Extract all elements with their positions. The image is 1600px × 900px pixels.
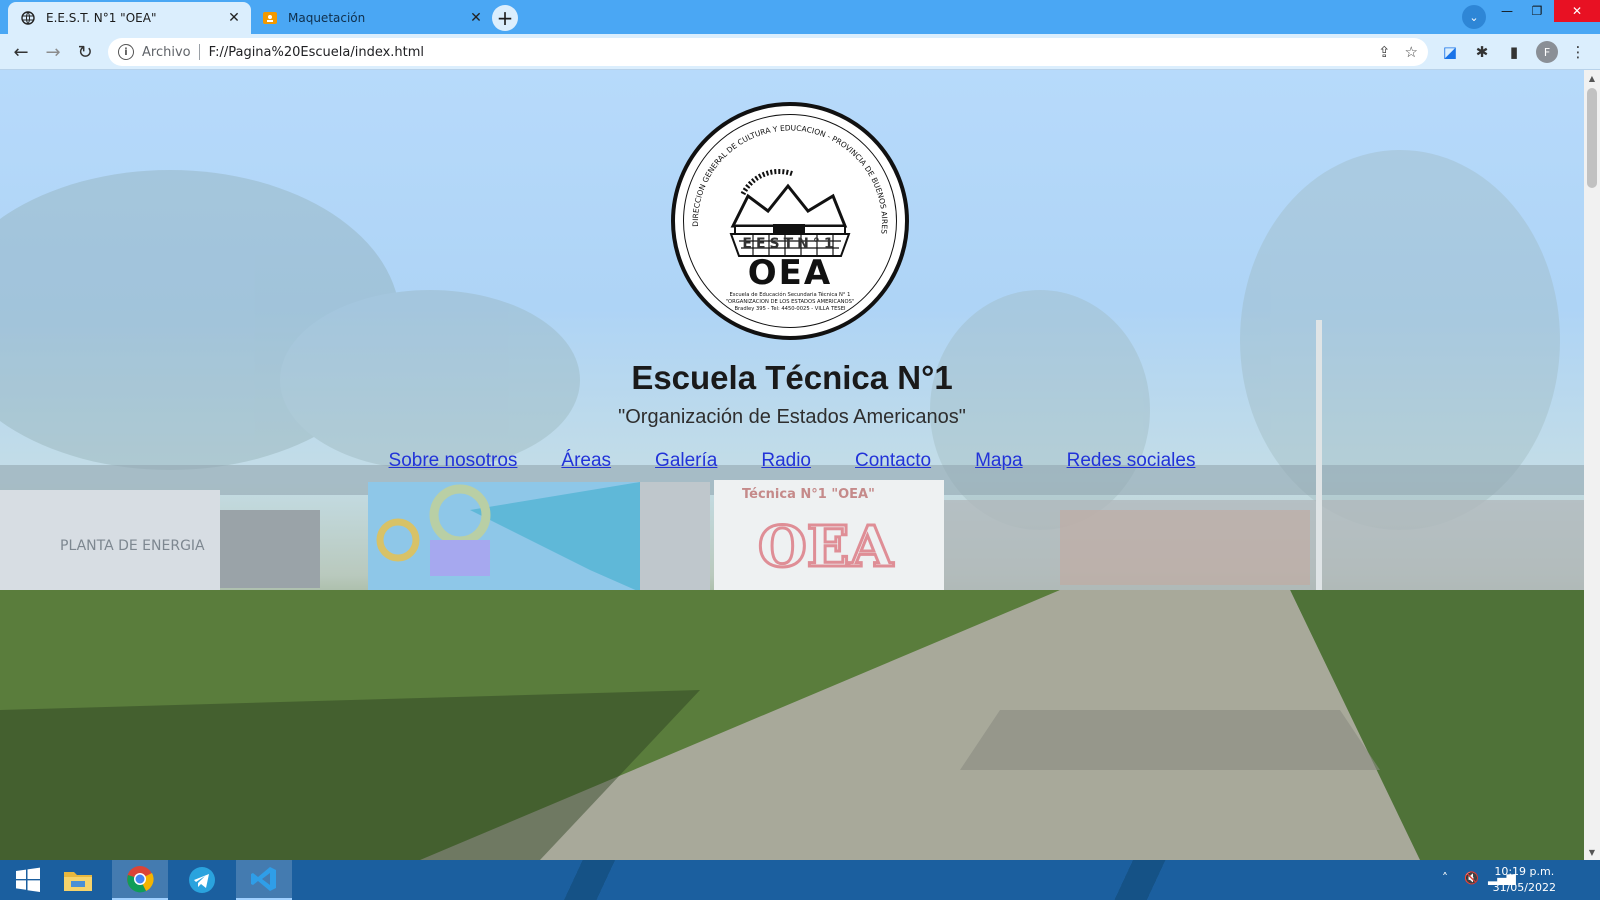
clock-time: 10:19 p.m.: [1494, 865, 1555, 878]
logo-acronym: OEA: [747, 253, 833, 293]
page-viewport: PLANTA DE ENERGIA Técnica N°1 "OEA" OEA …: [0, 70, 1584, 860]
clock-date: 31/05/2022: [1492, 881, 1556, 894]
logo-line-2: "ORGANIZACION DE LOS ESTADOS AMERICANOS": [725, 299, 855, 305]
profile-avatar[interactable]: F: [1536, 41, 1558, 63]
nav-link-contacto[interactable]: Contacto: [855, 450, 931, 472]
nav-link-areas[interactable]: Áreas: [561, 450, 611, 472]
logo-label: EESTN°1: [742, 236, 838, 252]
tab-strip: E.E.S.T. N°1 "OEA" ✕ Maquetación ✕ + ⌄ —…: [0, 0, 1600, 34]
school-logo: DIRECCION GENERAL DE CULTURA Y EDUCACION…: [671, 102, 909, 340]
tab-title: E.E.S.T. N°1 "OEA": [46, 11, 157, 25]
graffiti-text: OEA: [758, 514, 894, 580]
slides-icon: [262, 10, 278, 26]
tab-eest-oea[interactable]: E.E.S.T. N°1 "OEA" ✕: [8, 2, 251, 34]
tab-maquetacion[interactable]: Maquetación ✕: [250, 2, 493, 34]
forward-button[interactable]: →: [40, 39, 66, 65]
omnibox-actions: ⇪ ☆: [1378, 43, 1418, 61]
globe-icon: [20, 10, 36, 26]
extension-icon[interactable]: ◪: [1440, 42, 1460, 62]
logo-address: Escuela de Educación Secundaria Técnica …: [705, 292, 875, 313]
page-title: Escuela Técnica N°1: [631, 359, 953, 396]
site-info-icon[interactable]: i: [118, 44, 134, 60]
windows-start-icon[interactable]: [0, 860, 56, 900]
divider: [198, 44, 200, 60]
page-scrollbar[interactable]: ▲ ▼: [1584, 70, 1600, 860]
system-clock[interactable]: 10:19 p.m. 31/05/2022: [1493, 864, 1556, 896]
nav-link-radio[interactable]: Radio: [761, 450, 811, 472]
close-tab-icon[interactable]: ✕: [467, 9, 485, 27]
tray-overflow-icon[interactable]: ˄: [1442, 871, 1448, 885]
scheme-label: Archivo: [142, 44, 191, 60]
telegram-icon[interactable]: [174, 860, 230, 900]
browser-toolbar: ← → ↻ i Archivo F://Pagina%20Escuela/ind…: [0, 34, 1600, 70]
close-tab-icon[interactable]: ✕: [225, 9, 243, 27]
logo-line-1: Escuela de Educación Secundaria Técnica …: [729, 292, 851, 298]
back-button[interactable]: ←: [8, 39, 34, 65]
scroll-down-arrow-icon[interactable]: ▼: [1584, 844, 1600, 860]
file-explorer-icon[interactable]: [50, 860, 106, 900]
minimize-button[interactable]: —: [1490, 0, 1524, 22]
puzzle-extensions-icon[interactable]: ✱: [1472, 42, 1492, 62]
page-subtitle: "Organización de Estados Americanos": [618, 406, 966, 428]
logo-line-3: Bradley 395 - Tel: 4450-0025 - VILLA TES…: [734, 306, 846, 312]
nav-link-mapa[interactable]: Mapa: [975, 450, 1023, 472]
vscode-icon[interactable]: [236, 860, 292, 900]
main-nav: Sobre nosotros Áreas Galería Radio Conta…: [0, 450, 1584, 472]
menu-kebab-icon[interactable]: ⋮: [1568, 42, 1588, 62]
tab-title: Maquetación: [288, 11, 366, 25]
nav-link-sobre-nosotros[interactable]: Sobre nosotros: [389, 450, 518, 472]
address-bar[interactable]: i Archivo F://Pagina%20Escuela/index.htm…: [108, 38, 1428, 66]
mural-sign-text: Técnica N°1 "OEA": [742, 487, 875, 502]
nav-link-galeria[interactable]: Galería: [655, 450, 717, 472]
restore-button[interactable]: ❐: [1520, 0, 1554, 22]
scroll-thumb[interactable]: [1587, 88, 1597, 188]
side-panel-icon[interactable]: ▮: [1504, 42, 1524, 62]
svg-text:PLANTA DE ENERGIA: PLANTA DE ENERGIA: [60, 538, 205, 554]
reload-button[interactable]: ↻: [72, 39, 98, 65]
scroll-up-arrow-icon[interactable]: ▲: [1584, 70, 1600, 86]
nav-link-redes-sociales[interactable]: Redes sociales: [1067, 450, 1196, 472]
speaker-muted-icon[interactable]: 🔇: [1464, 871, 1479, 885]
chrome-icon[interactable]: [112, 860, 168, 900]
bookmark-star-icon[interactable]: ☆: [1405, 43, 1418, 61]
windows-taskbar: ˄ 🔇 ▂▄▆ 10:19 p.m. 31/05/2022: [0, 860, 1600, 900]
new-tab-button[interactable]: +: [492, 5, 518, 31]
url-text[interactable]: F://Pagina%20Escuela/index.html: [209, 45, 424, 60]
share-icon[interactable]: ⇪: [1378, 43, 1391, 61]
close-window-button[interactable]: ✕: [1554, 0, 1600, 22]
tab-search-button[interactable]: ⌄: [1462, 5, 1486, 29]
